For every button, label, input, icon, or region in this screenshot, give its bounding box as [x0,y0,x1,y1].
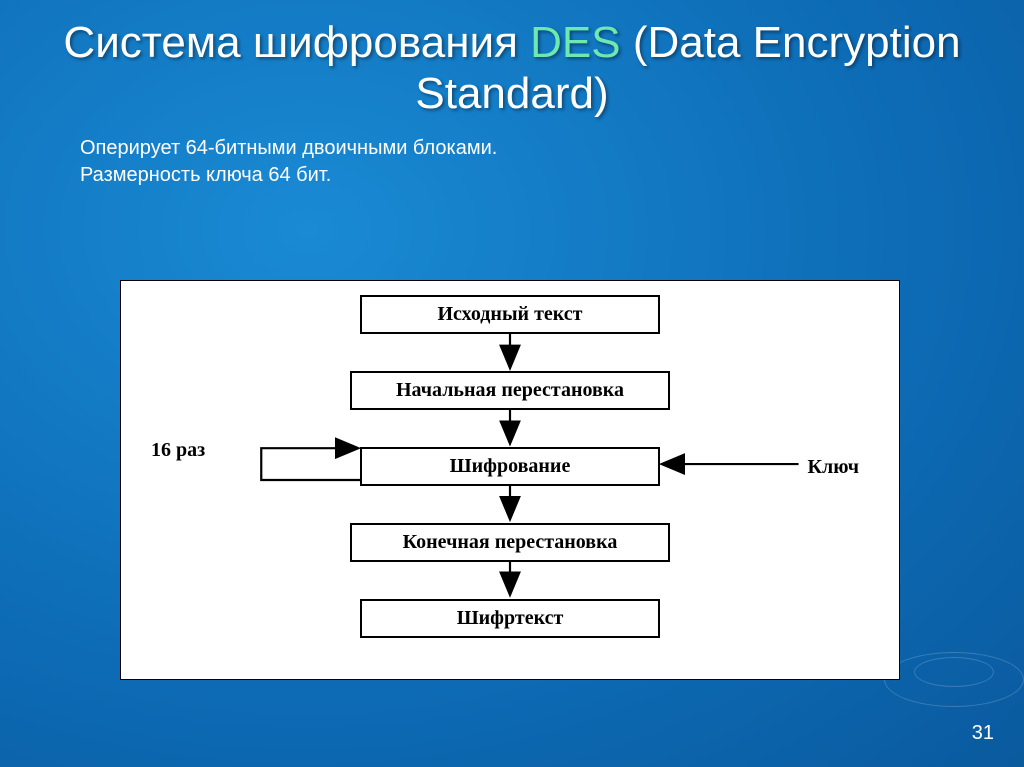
decorative-ripple [914,657,994,687]
subtext-line1: Оперирует 64-битными двоичными блоками. [80,135,944,162]
title-accent: DES [530,18,620,67]
flow-box-ciphertext: Шифртекст [360,599,660,638]
flow-box-encryption: Шифрование [360,447,660,486]
flow-box-final-permute: Конечная перестановка [350,523,670,562]
diagram-panel: Исходный текст Начальная перестановка Ши… [120,280,900,680]
flow-box-initial-permute: Начальная перестановка [350,371,670,410]
decorative-ripple [884,652,1024,707]
title-part1: Система шифрования [63,18,530,67]
slide-title: Система шифрования DES (Data Encryption … [0,0,1024,119]
subtext-line2: Размерность ключа 64 бит. [80,162,944,189]
key-label: Ключ [807,456,859,479]
loop-label: 16 раз [151,439,205,462]
page-number: 31 [972,722,994,745]
slide-subtext: Оперирует 64-битными двоичными блоками. … [0,119,1024,189]
flowchart: Исходный текст Начальная перестановка Ши… [121,281,899,679]
flow-box-source-text: Исходный текст [360,295,660,334]
